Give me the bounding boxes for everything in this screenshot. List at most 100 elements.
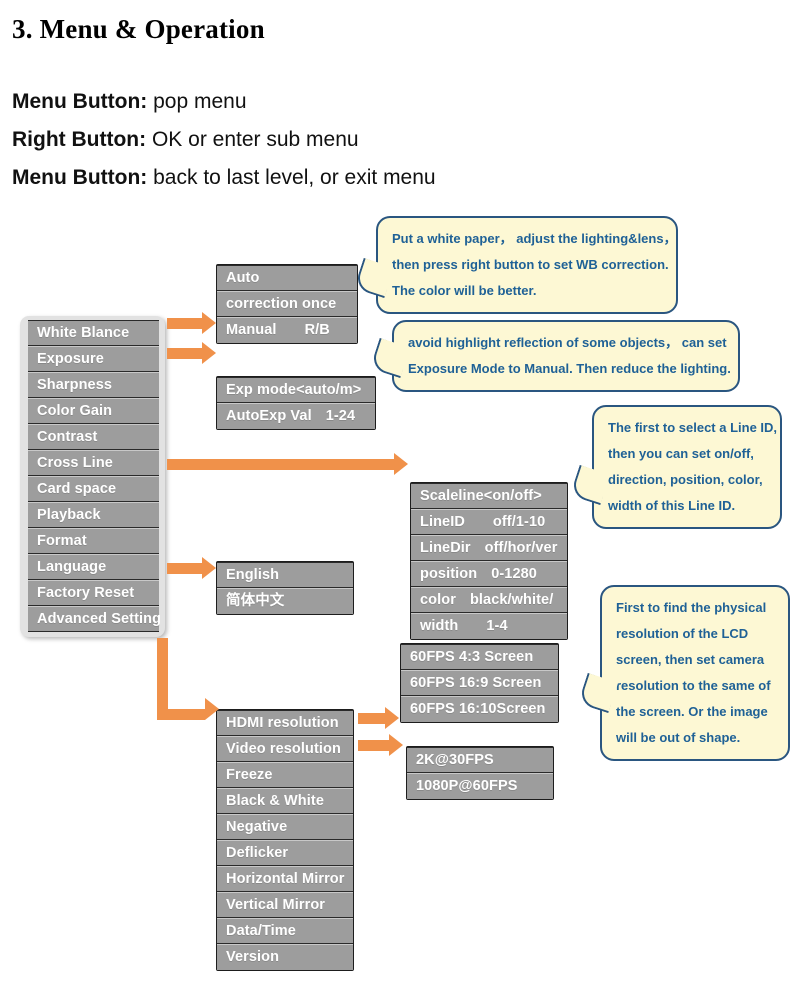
submenu-item-data-time[interactable]: Data/Time <box>217 918 353 944</box>
submenu-item-lineid[interactable]: LineID off/1-10 <box>411 509 567 535</box>
submenu-item-chinese[interactable]: 简体中文 <box>217 588 353 614</box>
menu-item-label: Contrast <box>37 429 98 445</box>
menu-item-label: Color Gain <box>37 403 113 419</box>
description-label: Right Button: <box>12 128 147 151</box>
menu-item-card-space[interactable]: Card space <box>28 476 159 502</box>
submenu-item-60fps-16-10[interactable]: 60FPS 16:10Screen <box>401 696 558 722</box>
submenu-item-deflicker[interactable]: Deflicker <box>217 840 353 866</box>
submenu-item-scaleline[interactable]: Scaleline<on/off> <box>411 483 567 509</box>
description-line-menu-button-back: Menu Button: back to last level, or exit… <box>12 166 436 190</box>
submenu-item-label: LineID <box>420 514 465 530</box>
submenu-item-label: Auto <box>226 270 260 286</box>
arrow-video-resolution-to-video-submenu <box>358 734 403 756</box>
callout-line: width of this Line ID. <box>608 498 736 513</box>
menu-item-contrast[interactable]: Contrast <box>28 424 159 450</box>
callout-line: will be out of shape. <box>616 730 741 745</box>
callout-tail <box>369 337 411 379</box>
arrow-exposure-to-exposure-submenu <box>167 342 216 364</box>
arrow-head <box>205 698 219 720</box>
submenu-item-manual[interactable]: Manual R/B <box>217 317 357 343</box>
menu-item-label: Factory Reset <box>37 585 135 601</box>
menu-item-cross-line[interactable]: Cross Line <box>28 450 159 476</box>
submenu-item-autoexp-val[interactable]: AutoExp Val 1-24 <box>217 403 375 429</box>
menu-item-color-gain[interactable]: Color Gain <box>28 398 159 424</box>
menu-item-playback[interactable]: Playback <box>28 502 159 528</box>
submenu-item-value: off/hor/ver <box>484 540 558 556</box>
callout-line: First to find the physical <box>616 600 767 615</box>
submenu-item-english[interactable]: English <box>217 562 353 588</box>
callout-tail <box>569 464 611 506</box>
submenu-item-label: 60FPS 16:10Screen <box>410 701 546 717</box>
submenu-item-value: 0-1280 <box>491 566 537 582</box>
video-resolution-submenu-panel: 2K@30FPS 1080P@60FPS <box>406 746 554 800</box>
description-line-right-button: Right Button: OK or enter sub menu <box>12 128 359 152</box>
main-menu-panel: White Blance Exposure Sharpness Color Ga… <box>20 316 165 637</box>
callout-line: Exposure Mode to Manual. Then reduce the… <box>408 361 731 376</box>
menu-item-label: White Blance <box>37 325 130 341</box>
submenu-item-video-resolution[interactable]: Video resolution <box>217 736 353 762</box>
submenu-item-value: 1-24 <box>325 408 356 424</box>
exposure-submenu-panel: Exp mode<auto/m> AutoExp Val 1-24 <box>216 376 376 430</box>
submenu-item-black-and-white[interactable]: Black & White <box>217 788 353 814</box>
submenu-item-auto[interactable]: Auto <box>217 265 357 291</box>
callout-line: screen, then set camera <box>616 652 765 667</box>
menu-item-sharpness[interactable]: Sharpness <box>28 372 159 398</box>
submenu-item-color[interactable]: color black/white/ <box>411 587 567 613</box>
submenu-item-2k-30fps[interactable]: 2K@30FPS <box>407 747 553 773</box>
callout-tail <box>353 257 395 299</box>
submenu-item-correction-once[interactable]: correction once <box>217 291 357 317</box>
callout-line: then press right button to set WB correc… <box>392 257 669 272</box>
submenu-item-width[interactable]: width 1-4 <box>411 613 567 639</box>
submenu-item-negative[interactable]: Negative <box>217 814 353 840</box>
language-submenu-panel: English 简体中文 <box>216 561 354 615</box>
arrow-language-to-language-submenu <box>167 557 216 579</box>
menu-item-label: Sharpness <box>37 377 113 393</box>
callout-line: avoid highlight reflection of some objec… <box>408 335 727 350</box>
menu-item-factory-reset[interactable]: Factory Reset <box>28 580 159 606</box>
white-balance-submenu-panel: Auto correction once Manual R/B <box>216 264 358 344</box>
submenu-item-1080p-60fps[interactable]: 1080P@60FPS <box>407 773 553 799</box>
submenu-item-version[interactable]: Version <box>217 944 353 970</box>
arrow-white-blance-to-wb-submenu <box>167 312 216 334</box>
submenu-item-label: 1080P@60FPS <box>416 778 518 794</box>
submenu-item-label: HDMI resolution <box>226 715 339 731</box>
callout-line: resolution to the same of <box>616 678 771 693</box>
submenu-item-value: off/1-10 <box>492 514 546 530</box>
callout-line: the screen. Or the image <box>616 704 768 719</box>
submenu-item-60fps-16-9[interactable]: 60FPS 16:9 Screen <box>401 670 558 696</box>
submenu-item-label: Vertical Mirror <box>226 897 326 913</box>
submenu-item-hdmi-resolution[interactable]: HDMI resolution <box>217 710 353 736</box>
submenu-item-label: Scaleline<on/off> <box>420 488 542 504</box>
arrow-advanced-setting-to-advanced-submenu <box>157 638 219 720</box>
submenu-item-label: Manual <box>226 322 277 338</box>
submenu-item-label: width <box>420 618 459 634</box>
menu-item-label: Exposure <box>37 351 104 367</box>
submenu-item-value: R/B <box>304 322 330 338</box>
submenu-item-exp-mode[interactable]: Exp mode<auto/m> <box>217 377 375 403</box>
submenu-item-linedir[interactable]: LineDir off/hor/ver <box>411 535 567 561</box>
submenu-item-vertical-mirror[interactable]: Vertical Mirror <box>217 892 353 918</box>
submenu-item-label: Negative <box>226 819 288 835</box>
callout-white-balance: Put a white paper， adjust the lighting&l… <box>353 216 678 314</box>
menu-item-advanced-setting[interactable]: Advanced Setting <box>28 606 161 632</box>
callout-resolution: First to find the physical resolution of… <box>577 585 790 761</box>
hdmi-resolution-submenu-panel: 60FPS 4:3 Screen 60FPS 16:9 Screen 60FPS… <box>400 643 559 723</box>
callout-exposure: avoid highlight reflection of some objec… <box>369 320 740 392</box>
menu-item-format[interactable]: Format <box>28 528 159 554</box>
menu-item-white-blance[interactable]: White Blance <box>28 320 159 346</box>
submenu-item-label: Version <box>226 949 280 965</box>
arrow-segment-vertical <box>157 638 168 714</box>
menu-item-label: Card space <box>37 481 117 497</box>
submenu-item-value: 1-4 <box>486 618 508 634</box>
menu-item-language[interactable]: Language <box>28 554 159 580</box>
submenu-item-freeze[interactable]: Freeze <box>217 762 353 788</box>
submenu-item-60fps-4-3[interactable]: 60FPS 4:3 Screen <box>401 644 558 670</box>
submenu-item-position[interactable]: position 0-1280 <box>411 561 567 587</box>
submenu-item-label: 60FPS 4:3 Screen <box>410 649 534 665</box>
description-label: Menu Button: <box>12 90 148 113</box>
callout-tail <box>577 672 619 714</box>
description-label: Menu Button: <box>12 166 148 189</box>
submenu-item-label: Freeze <box>226 767 273 783</box>
menu-item-exposure[interactable]: Exposure <box>28 346 159 372</box>
submenu-item-horizontal-mirror[interactable]: Horizontal Mirror <box>217 866 353 892</box>
